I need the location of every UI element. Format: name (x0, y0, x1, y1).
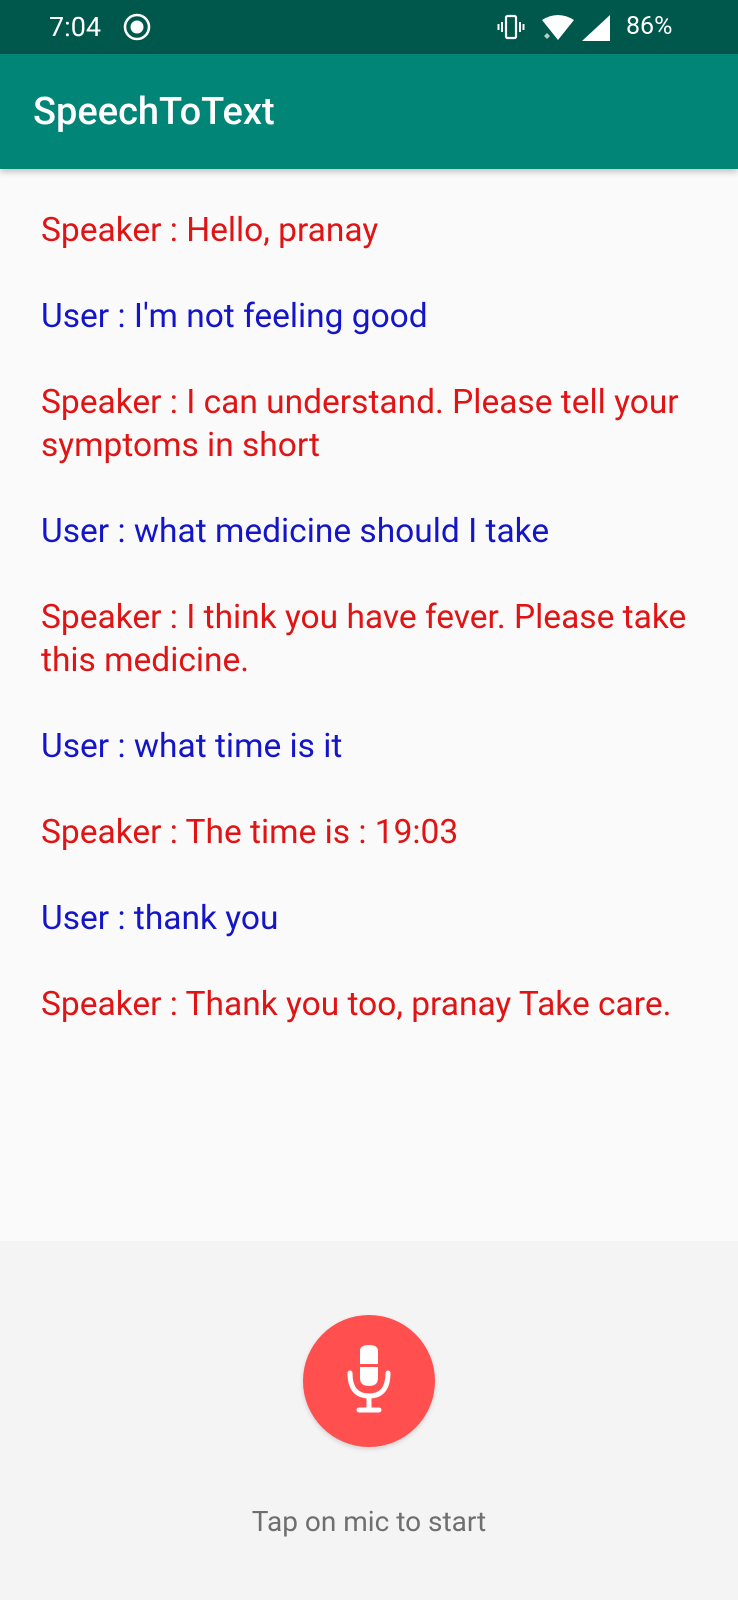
microphone-icon (347, 1345, 391, 1413)
user-message: User : what time is it (41, 727, 343, 766)
app-title: SpeechToText (33, 90, 275, 134)
speaker-message: Speaker : The time is : 19:03 (41, 813, 459, 852)
status-time: 7:04 (49, 11, 102, 43)
speaker-message: Speaker : I can understand. Please tell … (41, 383, 679, 465)
speaker-message: Speaker : Hello, pranay (41, 211, 379, 250)
app-bar: SpeechToText (0, 54, 738, 169)
speaker-message: Speaker : I think you have fever. Please… (41, 598, 687, 680)
user-message: User : I'm not feeling good (41, 297, 428, 336)
vibrate-icon (497, 14, 525, 40)
mic-hint: Tap on mic to start (251, 1505, 487, 1538)
mic-button[interactable] (303, 1315, 435, 1447)
signal-icon (582, 15, 610, 41)
bottom-panel: Tap on mic to start (0, 1241, 738, 1600)
user-message: User : what medicine should I take (41, 512, 550, 551)
battery-level: 86% (626, 12, 673, 41)
speaker-message: Speaker : Thank you too, pranay Take car… (41, 985, 672, 1024)
radio-button-icon (123, 13, 151, 41)
chat-transcript[interactable]: Speaker : Hello, pranay User : I'm not f… (0, 169, 738, 1241)
wifi-icon (542, 15, 574, 40)
user-message: User : thank you (41, 899, 279, 938)
message-list: Speaker : Hello, pranay User : I'm not f… (41, 209, 701, 1069)
status-bar: 7:04 86% (0, 0, 738, 54)
